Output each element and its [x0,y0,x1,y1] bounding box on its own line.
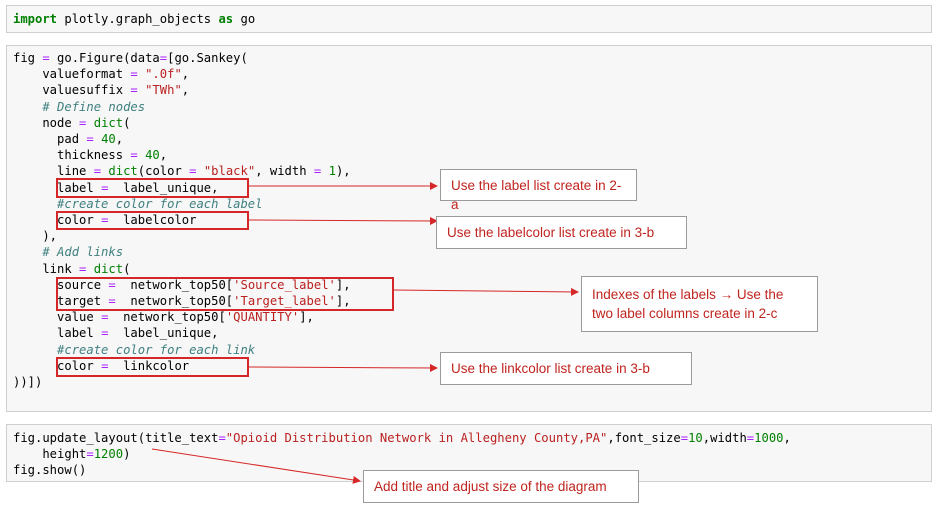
callout-labelcolor-list-text: Use the labelcolor list create in 3-b [447,225,655,240]
callout-indexes-line2: two label columns create in 2-c [592,306,778,321]
arrow-title-size [151,448,361,484]
callout-title-size: Add title and adjust size of the diagram [363,470,639,503]
callout-label-list: Use the label list create in 2-a [440,169,637,212]
arrow-linkcolor [248,363,438,372]
callout-indexes: Indexes of the labels → Use the two labe… [581,276,818,332]
arrow-indexes [393,287,579,296]
callout-title-size-text: Add title and adjust size of the diagram [374,479,607,494]
annotation-arrows [151,182,579,484]
callout-linkcolor-list: Use the linkcolor list create in 3-b [440,352,692,385]
callout-labelcolor-list: Use the labelcolor list create in 3-b [436,216,687,249]
callout-linkcolor-list-text: Use the linkcolor list create in 3-b [451,361,650,376]
callout-indexes-line1: Indexes of the labels → Use the [592,287,784,302]
arrow-labelcolor [248,216,438,225]
